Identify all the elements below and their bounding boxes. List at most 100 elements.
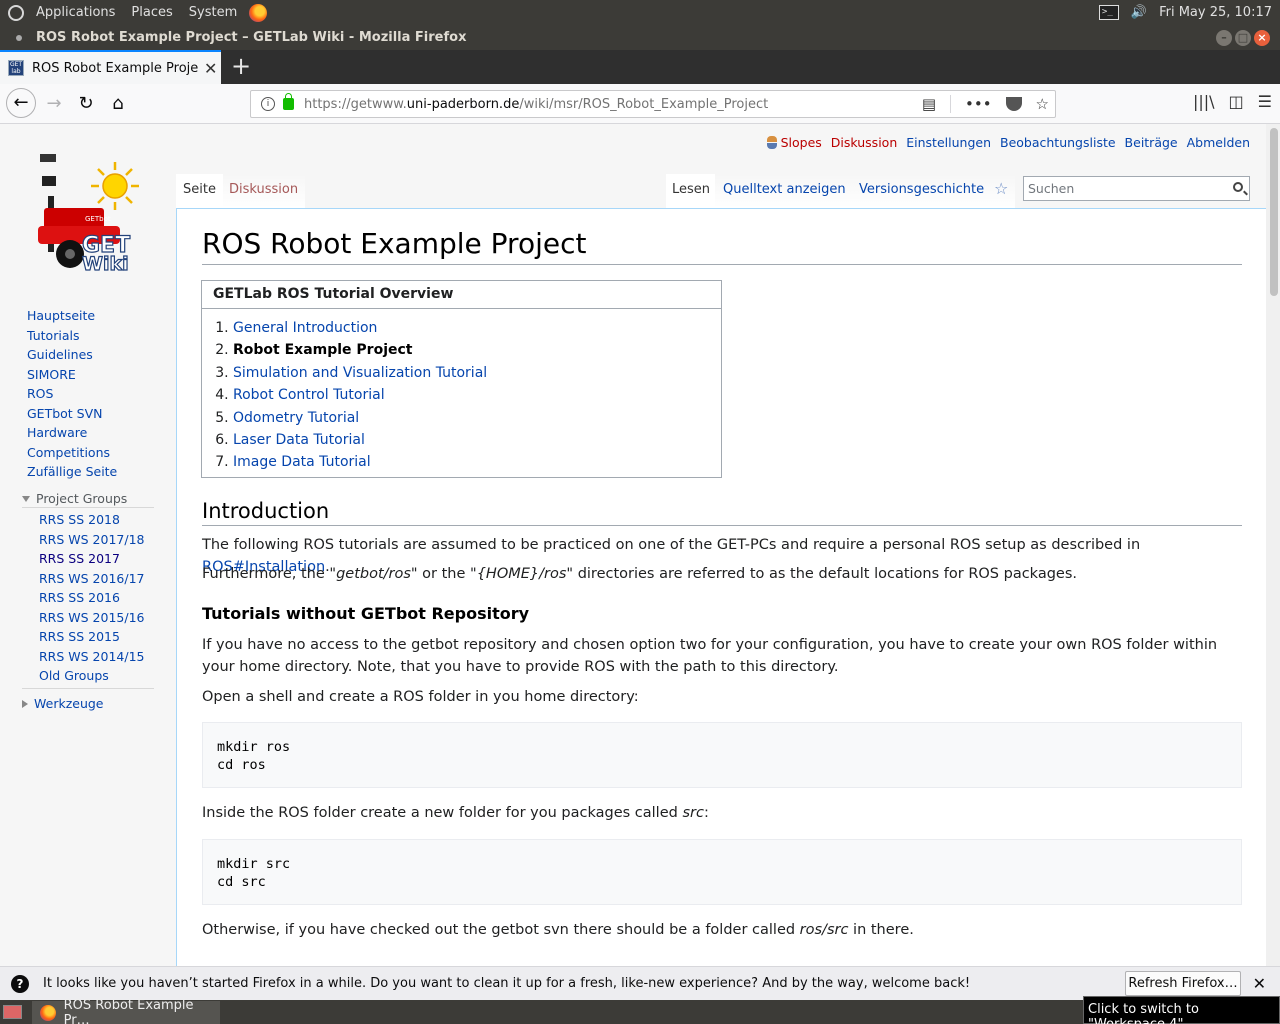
system-menu[interactable]: System xyxy=(185,5,241,20)
sidebar-item-hauptseite[interactable]: Hauptseite xyxy=(27,306,117,326)
close-tab-icon[interactable]: ✕ xyxy=(204,59,217,78)
personal-tools: Slopes Diskussion Einstellungen Beobacht… xyxy=(766,135,1250,150)
sidebar-item-guidelines[interactable]: Guidelines xyxy=(27,345,117,365)
logout-link[interactable]: Abmelden xyxy=(1187,135,1250,150)
search-input[interactable]: Suchen xyxy=(1023,176,1250,201)
search-placeholder: Suchen xyxy=(1028,181,1075,196)
url-bar[interactable]: i https://getwww.uni-paderborn.de/wiki/m… xyxy=(250,90,1056,118)
getlab-favicon-icon: GET lab xyxy=(8,60,24,76)
toc-item-current: Robot Example Project xyxy=(233,339,721,361)
top-panel: Applications Places System >_ 🔊 Fri May … xyxy=(0,0,1280,25)
paragraph: If you have no access to the getbot repo… xyxy=(202,637,1218,675)
svg-text:GETbot: GETbot xyxy=(85,215,111,223)
forward-icon[interactable]: → xyxy=(40,90,68,118)
project-groups-list: RRS SS 2018 RRS WS 2017/18 RRS SS 2017 R… xyxy=(39,510,144,686)
applications-menu[interactable]: Applications xyxy=(32,5,119,20)
close-icon[interactable]: ✕ xyxy=(1253,974,1266,993)
clock[interactable]: Fri May 25, 10:17 xyxy=(1159,5,1272,20)
tab-strip: GET lab ROS Robot Example Project ✕ + xyxy=(0,50,1280,84)
page-scrollbar[interactable] xyxy=(1266,124,1280,966)
project-group-item[interactable]: RRS SS 2015 xyxy=(39,627,144,647)
sidebar-item-simore[interactable]: SIMORE xyxy=(27,365,117,385)
tab-view-source[interactable]: Quelltext anzeigen xyxy=(715,174,851,208)
places-menu[interactable]: Places xyxy=(127,5,176,20)
contributions-link[interactable]: Beiträge xyxy=(1125,135,1178,150)
paragraph: Inside the ROS folder create a new folde… xyxy=(202,805,709,821)
url-text[interactable]: https://getwww.uni-paderborn.de/wiki/msr… xyxy=(304,97,768,112)
firefox-launcher-icon[interactable] xyxy=(249,3,268,22)
sun-icon xyxy=(91,162,139,210)
bookmark-star-icon[interactable]: ☆ xyxy=(1036,95,1049,113)
project-groups-toggle[interactable]: Project Groups xyxy=(22,491,127,506)
volume-icon[interactable]: 🔊 xyxy=(1131,5,1147,20)
tab-read[interactable]: Lesen xyxy=(666,174,715,208)
toc-item[interactable]: Image Data Tutorial xyxy=(233,451,721,473)
paragraph: Otherwise, if you have checked out the g… xyxy=(202,922,914,938)
close-window-button[interactable]: × xyxy=(1254,30,1270,46)
reload-icon[interactable]: ↻ xyxy=(72,90,100,118)
library-icon[interactable]: |||\ xyxy=(1193,92,1215,111)
browser-tab[interactable]: GET lab ROS Robot Example Project ✕ xyxy=(0,50,221,84)
search-icon[interactable] xyxy=(1233,182,1243,192)
toc-item[interactable]: Odometry Tutorial xyxy=(233,407,721,429)
project-group-item[interactable]: RRS WS 2014/15 xyxy=(39,647,144,667)
sidebar-item-hardware[interactable]: Hardware xyxy=(27,423,117,443)
tab-page[interactable]: Seite xyxy=(176,174,223,208)
project-group-item[interactable]: RRS SS 2016 xyxy=(39,588,144,608)
back-icon[interactable]: ← xyxy=(6,88,36,118)
project-group-item[interactable]: RRS WS 2015/16 xyxy=(39,608,144,628)
navigation-toolbar: ← → ↻ ⌂ i https://getwww.uni-paderborn.d… xyxy=(0,84,1280,124)
reader-view-icon[interactable]: ▤ xyxy=(922,95,936,113)
tab-discussion[interactable]: Diskussion xyxy=(223,174,305,208)
workspace-tooltip: Click to switch to "Workspace 4" xyxy=(1083,996,1280,1024)
refresh-firefox-button[interactable]: Refresh Firefox… xyxy=(1125,971,1241,996)
toc-item[interactable]: Simulation and Visualization Tutorial xyxy=(233,362,721,384)
sidebar-item-competitions[interactable]: Competitions xyxy=(27,443,117,463)
preferences-link[interactable]: Einstellungen xyxy=(906,135,991,150)
toc-item[interactable]: Laser Data Tutorial xyxy=(233,429,721,451)
view-source-link[interactable]: Quelltext anzeigen xyxy=(723,182,846,197)
terminal-icon[interactable]: >_ xyxy=(1098,5,1119,20)
sidebar-item-random-page[interactable]: Zufällige Seite xyxy=(27,462,117,482)
toc-item[interactable]: General Introduction xyxy=(233,317,721,339)
taskbar-firefox-window[interactable]: ROS Robot Example Pr… xyxy=(32,998,220,1024)
project-group-item[interactable]: RRS WS 2017/18 xyxy=(39,530,144,550)
project-group-item[interactable]: RRS SS 2018 xyxy=(39,510,144,530)
window-title: ROS Robot Example Project – GETLab Wiki … xyxy=(36,30,467,45)
tab-title: ROS Robot Example Project xyxy=(32,60,198,76)
workspace-switcher-icon[interactable] xyxy=(3,1005,22,1019)
project-group-item[interactable]: Old Groups xyxy=(39,666,144,686)
scrollbar-thumb[interactable] xyxy=(1270,128,1278,296)
tab-history[interactable]: Versionsgeschichte xyxy=(851,174,991,208)
user-page-link[interactable]: Slopes xyxy=(781,135,822,150)
site-info-icon[interactable]: i xyxy=(261,97,275,111)
watchlist-link[interactable]: Beobachtungsliste xyxy=(1000,135,1116,150)
new-tab-icon[interactable]: + xyxy=(228,52,254,80)
sidebar-item-tutorials[interactable]: Tutorials xyxy=(27,326,117,346)
project-group-item[interactable]: RRS WS 2016/17 xyxy=(39,569,144,589)
logo-wiki-text: Wiki xyxy=(82,253,129,274)
window-title-bar[interactable]: ROS Robot Example Project – GETLab Wiki … xyxy=(0,25,1280,50)
maximize-button[interactable]: □ xyxy=(1235,30,1251,46)
history-link[interactable]: Versionsgeschichte xyxy=(859,182,984,197)
window-menu-icon[interactable] xyxy=(16,34,22,41)
user-icon xyxy=(766,136,777,149)
werkzeuge-toggle[interactable]: Werkzeuge xyxy=(22,696,104,711)
sidebar-toggle-icon[interactable]: ◫ xyxy=(1229,92,1244,111)
getwiki-logo[interactable]: GETbot GET Wiki xyxy=(30,146,150,274)
pocket-icon[interactable] xyxy=(1005,97,1022,111)
hamburger-menu-icon[interactable]: ☰ xyxy=(1258,92,1272,111)
toc-item[interactable]: Robot Control Tutorial xyxy=(233,384,721,406)
sidebar-item-ros[interactable]: ROS xyxy=(27,384,117,404)
sidebar-item-getbot-svn[interactable]: GETbot SVN xyxy=(27,404,117,424)
code-block: mkdir src cd src xyxy=(202,839,1242,905)
project-group-item[interactable]: RRS SS 2017 xyxy=(39,549,144,569)
minimize-button[interactable]: – xyxy=(1216,30,1232,46)
ubuntu-logo-icon[interactable] xyxy=(8,4,24,21)
toc-title: GETLab ROS Tutorial Overview xyxy=(202,281,721,309)
watch-star-icon[interactable]: ☆ xyxy=(991,174,1015,208)
user-talk-link[interactable]: Diskussion xyxy=(831,135,897,150)
page-actions-icon[interactable]: ••• xyxy=(965,95,992,113)
home-icon[interactable]: ⌂ xyxy=(104,90,132,118)
firefox-icon xyxy=(40,1004,56,1021)
